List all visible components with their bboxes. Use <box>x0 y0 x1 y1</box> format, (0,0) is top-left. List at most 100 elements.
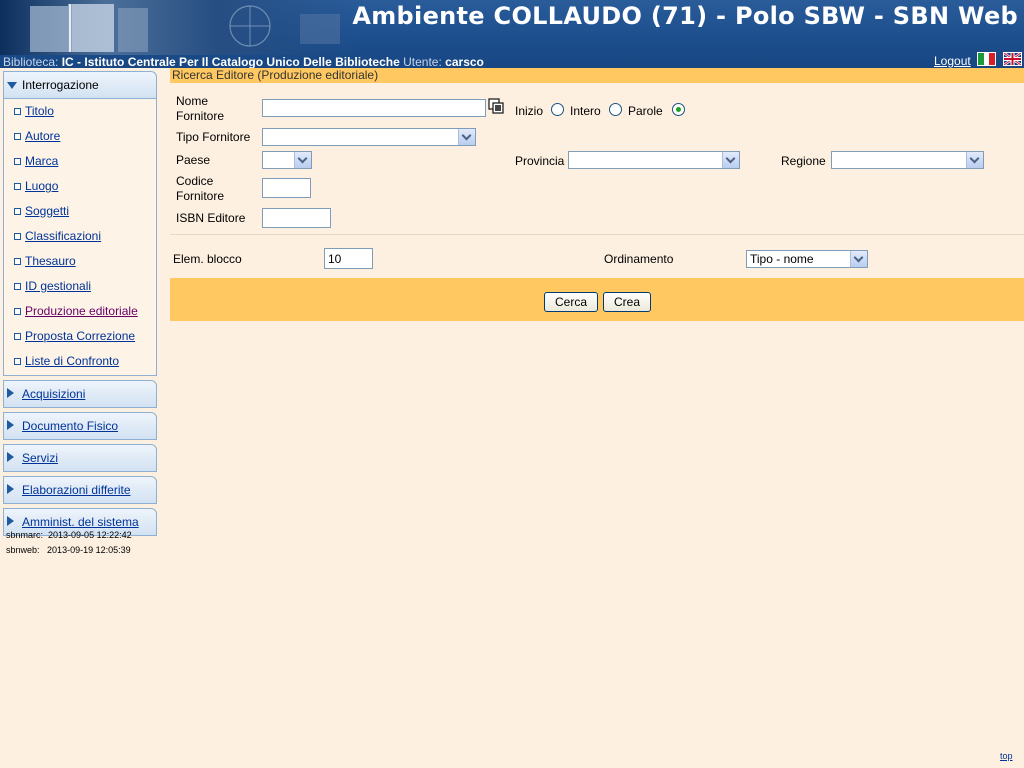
chevron-down-icon[interactable] <box>722 152 739 168</box>
square-bullet-icon <box>14 333 21 340</box>
inizio-radio[interactable] <box>551 103 564 116</box>
intero-radio[interactable] <box>609 103 622 116</box>
menu-section-label[interactable]: Documento Fisico <box>22 419 118 433</box>
logout-link[interactable]: Logout <box>934 54 971 68</box>
codice-fornitore-label: Codice Fornitore <box>176 174 224 204</box>
regione-label: Regione <box>781 154 826 168</box>
chevron-down-icon[interactable] <box>458 129 475 145</box>
square-bullet-icon <box>14 283 21 290</box>
italian-flag-icon[interactable] <box>977 52 996 66</box>
left-menu: Interrogazione Titolo Autore Marca Luogo… <box>3 71 157 540</box>
section-title: Ricerca Editore (Produzione editoriale) <box>170 68 1024 83</box>
menu-section-label[interactable]: Acquisizioni <box>22 387 85 401</box>
menu-item-luogo: Luogo <box>4 174 156 199</box>
version-value: 2013-09-19 12:05:39 <box>47 545 131 555</box>
isbn-editore-input[interactable] <box>262 208 331 228</box>
menu-section-elaborazioni-differite[interactable]: Elaborazioni differite <box>3 476 157 504</box>
square-bullet-icon <box>14 108 21 115</box>
codice-fornitore-input[interactable] <box>262 178 311 198</box>
menu-submenu-interrogazione: Titolo Autore Marca Luogo Soggetti Class… <box>3 98 157 376</box>
menu-item-liste-di-confronto: Liste di Confronto <box>4 349 156 374</box>
crea-button[interactable]: Crea <box>603 292 651 312</box>
version-label: sbnmarc: <box>6 530 44 540</box>
select-value: Tipo - nome <box>750 252 814 266</box>
label-line: Fornitore <box>176 189 225 203</box>
menu-section-documento-fisico[interactable]: Documento Fisico <box>3 412 157 440</box>
square-bullet-icon <box>14 258 21 265</box>
version-sbnmarc: sbnmarc: 2013-09-05 12:22:42 <box>6 530 132 545</box>
menu-item-classificazioni: Classificazioni <box>4 224 156 249</box>
header-banner: Ambiente COLLAUDO (71) - Polo SBW - SBN … <box>0 0 1024 68</box>
menu-section-label[interactable]: Servizi <box>22 451 58 465</box>
user-value: carsco <box>445 55 484 68</box>
triangle-right-icon <box>7 516 14 526</box>
menu-link-proposta-correzione[interactable]: Proposta Correzione <box>25 329 135 343</box>
ordinamento-select[interactable]: Tipo - nome <box>746 250 868 268</box>
menu-section-label[interactable]: Elaborazioni differite <box>22 483 131 497</box>
paese-label: Paese <box>176 153 211 167</box>
menu-section-servizi[interactable]: Servizi <box>3 444 157 472</box>
triangle-right-icon <box>7 484 14 494</box>
menu-section-acquisizioni[interactable]: Acquisizioni <box>3 380 157 408</box>
menu-link-titolo[interactable]: Titolo <box>25 104 54 118</box>
menu-link-produzione-editoriale[interactable]: Produzione editoriale <box>25 304 138 318</box>
parole-label: Parole <box>628 104 663 118</box>
header-artwork <box>0 0 360 55</box>
square-bullet-icon <box>14 158 21 165</box>
menu-link-marca[interactable]: Marca <box>25 154 58 168</box>
triangle-right-icon <box>7 388 14 398</box>
inizio-label: Inizio <box>515 104 544 118</box>
version-label: sbnweb: <box>6 545 40 555</box>
lookup-icon[interactable] <box>488 98 505 115</box>
menu-item-produzione-editoriale: Produzione editoriale <box>4 299 156 324</box>
menu-item-marca: Marca <box>4 149 156 174</box>
menu-item-id-gestionali: ID gestionali <box>4 274 156 299</box>
elem-blocco-label: Elem. blocco <box>173 252 242 266</box>
label-line: Codice <box>176 174 214 188</box>
menu-link-luogo[interactable]: Luogo <box>25 179 58 193</box>
cerca-button[interactable]: Cerca <box>544 292 598 312</box>
user-label: Utente: <box>403 55 442 68</box>
menu-item-autore: Autore <box>4 124 156 149</box>
chevron-down-icon[interactable] <box>966 152 983 168</box>
menu-link-autore[interactable]: Autore <box>25 129 60 143</box>
user-info-line: Biblioteca: IC - Istituto Centrale Per I… <box>3 55 484 68</box>
menu-section-label: Interrogazione <box>22 78 99 92</box>
ordinamento-label: Ordinamento <box>604 252 674 266</box>
app-title: Ambiente COLLAUDO (71) - Polo SBW - SBN … <box>352 2 1018 30</box>
label-line: Nome <box>176 94 209 108</box>
library-label: Biblioteca: <box>3 55 59 68</box>
provincia-select[interactable] <box>568 151 740 169</box>
triangle-right-icon <box>7 452 14 462</box>
label-line: Fornitore <box>176 109 225 123</box>
version-value: 2013-09-05 12:22:42 <box>48 530 132 540</box>
menu-section-interrogazione[interactable]: Interrogazione <box>3 71 157 98</box>
chevron-down-icon[interactable] <box>850 251 867 267</box>
triangle-right-icon <box>7 420 14 430</box>
tipo-fornitore-label: Tipo Fornitore <box>176 130 251 144</box>
menu-section-label[interactable]: Amminist. del sistema <box>22 515 139 529</box>
tipo-fornitore-select[interactable] <box>262 128 476 146</box>
menu-link-liste-di-confronto[interactable]: Liste di Confronto <box>25 354 119 368</box>
parole-radio[interactable] <box>672 103 685 116</box>
square-bullet-icon <box>14 208 21 215</box>
square-bullet-icon <box>14 358 21 365</box>
menu-item-proposta-correzione: Proposta Correzione <box>4 324 156 349</box>
menu-item-thesauro: Thesauro <box>4 249 156 274</box>
elem-blocco-input[interactable] <box>324 248 373 269</box>
menu-link-id-gestionali[interactable]: ID gestionali <box>25 279 91 293</box>
menu-item-soggetti: Soggetti <box>4 199 156 224</box>
menu-item-titolo: Titolo <box>4 99 156 124</box>
menu-link-classificazioni[interactable]: Classificazioni <box>25 229 101 243</box>
version-sbnweb: sbnweb: 2013-09-19 12:05:39 <box>6 545 132 560</box>
isbn-editore-label: ISBN Editore <box>176 211 246 225</box>
regione-select[interactable] <box>831 151 984 169</box>
divider <box>170 234 1024 235</box>
nome-fornitore-input[interactable] <box>262 99 486 117</box>
top-link[interactable]: top <box>1000 751 1013 761</box>
menu-link-thesauro[interactable]: Thesauro <box>25 254 76 268</box>
uk-flag-icon[interactable] <box>1003 52 1022 66</box>
chevron-down-icon[interactable] <box>294 152 311 168</box>
paese-select[interactable] <box>262 151 312 169</box>
menu-link-soggetti[interactable]: Soggetti <box>25 204 69 218</box>
